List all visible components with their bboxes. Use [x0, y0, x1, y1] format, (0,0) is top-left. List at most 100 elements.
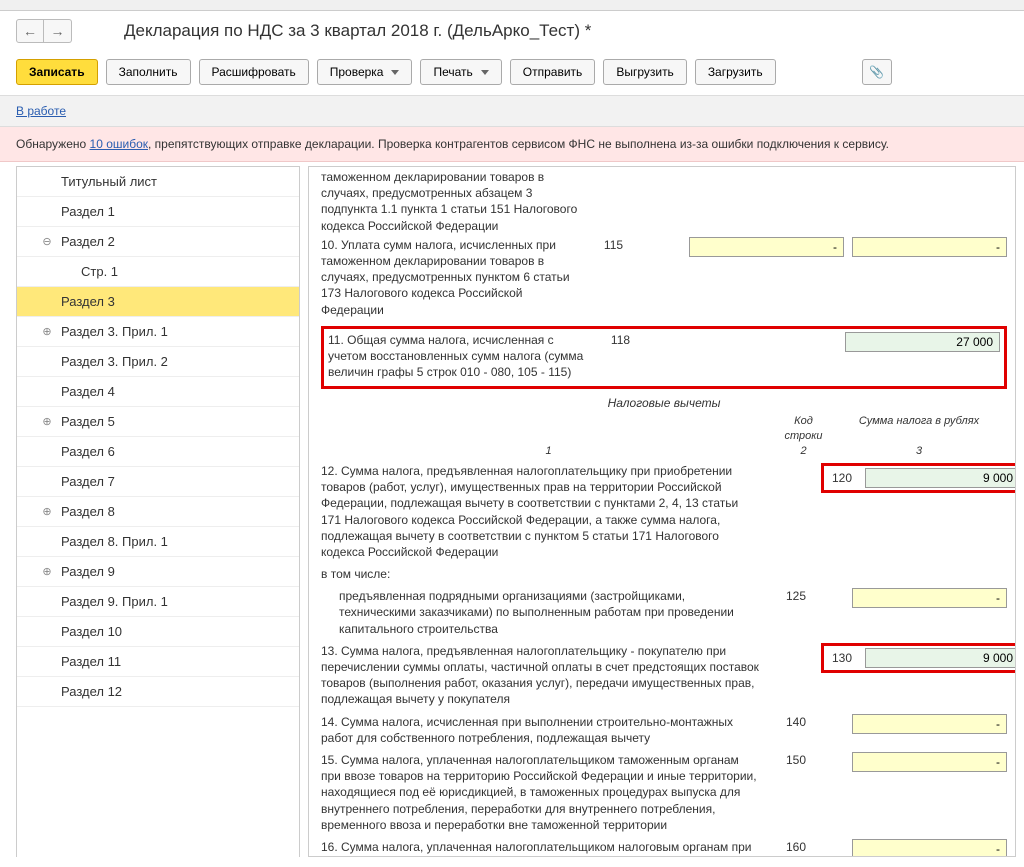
unload-button[interactable]: Выгрузить: [603, 59, 687, 85]
row12-highlight: 120: [821, 463, 1016, 493]
sidebar-item-8[interactable]: Раздел 5: [17, 407, 299, 437]
row11-code: 118: [598, 332, 643, 348]
save-button[interactable]: Записать: [16, 59, 98, 85]
row12a-code: 125: [771, 588, 821, 604]
sidebar-item-17[interactable]: Раздел 12: [17, 677, 299, 707]
row15-field[interactable]: [852, 752, 1007, 772]
paperclip-icon: 📎: [869, 65, 884, 79]
window-tabbar: [0, 0, 1024, 11]
page-title: Декларация по НДС за 3 квартал 2018 г. (…: [124, 21, 591, 41]
sidebar-item-label: Раздел 3. Прил. 1: [61, 324, 168, 339]
sidebar-item-15[interactable]: Раздел 10: [17, 617, 299, 647]
sidebar-item-1[interactable]: Раздел 1: [17, 197, 299, 227]
send-button[interactable]: Отправить: [510, 59, 596, 85]
sidebar-item-6[interactable]: Раздел 3. Прил. 2: [17, 347, 299, 377]
row12-desc: 12. Сумма налога, предъявленная налогопл…: [321, 463, 771, 560]
sidebar-item-14[interactable]: Раздел 9. Прил. 1: [17, 587, 299, 617]
col-code: Код строки: [776, 414, 831, 444]
including-label: в том числе:: [321, 566, 1007, 582]
row14-desc: 14. Сумма налога, исчисленная при выполн…: [321, 714, 771, 746]
sidebar-item-12[interactable]: Раздел 8. Прил. 1: [17, 527, 299, 557]
sidebar-item-label: Раздел 3. Прил. 2: [61, 354, 168, 369]
row12a-desc: предъявленная подрядными организациями (…: [321, 588, 771, 637]
sidebar-item-label: Раздел 12: [61, 684, 122, 699]
row12a-field[interactable]: [852, 588, 1007, 608]
row15-desc: 15. Сумма налога, уплаченная налогоплате…: [321, 752, 771, 833]
row13-desc: 13. Сумма налога, предъявленная налогопл…: [321, 643, 771, 708]
row10-code: 115: [591, 237, 636, 253]
fill-button[interactable]: Заполнить: [106, 59, 191, 85]
header: ← → Декларация по НДС за 3 квартал 2018 …: [0, 11, 1024, 53]
sidebar-item-label: Раздел 4: [61, 384, 115, 399]
row14-field[interactable]: [852, 714, 1007, 734]
nav-back-button[interactable]: ←: [16, 19, 44, 43]
column-headers: Код строки Сумма налога в рублях: [321, 414, 1007, 444]
sidebar-item-3[interactable]: Стр. 1: [17, 257, 299, 287]
sidebar-item-label: Раздел 11: [61, 654, 121, 669]
row10-field2[interactable]: [852, 237, 1007, 257]
sidebar-item-label: Раздел 9: [61, 564, 115, 579]
row16-code: 160: [771, 839, 821, 855]
row11-field[interactable]: [845, 332, 1000, 352]
sidebar-item-label: Раздел 8: [61, 504, 115, 519]
row11-highlight: 11. Общая сумма налога, исчисленная с уч…: [321, 326, 1007, 390]
col-sum: Сумма налога в рублях: [831, 414, 1007, 444]
error-bar: Обнаружено 10 ошибок, препятствующих отп…: [0, 127, 1024, 162]
decode-button[interactable]: Расшифровать: [199, 59, 309, 85]
row12-code: 120: [827, 470, 857, 486]
section-deductions: Налоговые вычеты: [321, 395, 1007, 411]
sidebar: Титульный лист Раздел 1 Раздел 2 Стр. 1 Разд…: [16, 166, 300, 857]
sidebar-item-label: Раздел 10: [61, 624, 122, 639]
row10-desc: 10. Уплата сумм налога, исчисленных при …: [321, 237, 591, 318]
print-button[interactable]: Печать: [420, 59, 501, 85]
row-frag-desc: таможенном декларировании товаров в случ…: [321, 169, 591, 234]
sidebar-item-16[interactable]: Раздел 11: [17, 647, 299, 677]
content-pane: таможенном декларировании товаров в случ…: [308, 166, 1016, 857]
row16-desc: 16. Сумма налога, уплаченная налогоплате…: [321, 839, 771, 857]
row11-desc: 11. Общая сумма налога, исчисленная с уч…: [328, 332, 598, 381]
check-button[interactable]: Проверка: [317, 59, 413, 85]
row14-code: 140: [771, 714, 821, 730]
sidebar-item-7[interactable]: Раздел 4: [17, 377, 299, 407]
row13-highlight: 130: [821, 643, 1016, 673]
row13-code: 130: [827, 650, 857, 666]
sidebar-item-label: Раздел 8. Прил. 1: [61, 534, 168, 549]
sidebar-item-label: Раздел 1: [61, 204, 115, 219]
sidebar-item-label: Раздел 9. Прил. 1: [61, 594, 168, 609]
row16-field[interactable]: [852, 839, 1007, 857]
sidebar-item-label: Раздел 7: [61, 474, 115, 489]
sidebar-item-11[interactable]: Раздел 8: [17, 497, 299, 527]
sidebar-item-2[interactable]: Раздел 2: [17, 227, 299, 257]
column-numbers: 1 2 3: [321, 444, 1007, 459]
sidebar-item-5[interactable]: Раздел 3. Прил. 1: [17, 317, 299, 347]
toolbar: Записать Заполнить Расшифровать Проверка…: [0, 53, 1024, 95]
row12-field[interactable]: [865, 468, 1016, 488]
sidebar-item-0[interactable]: Титульный лист: [17, 167, 299, 197]
sidebar-item-label: Стр. 1: [81, 264, 118, 279]
nav-forward-button[interactable]: →: [44, 19, 72, 43]
sidebar-item-10[interactable]: Раздел 7: [17, 467, 299, 497]
sidebar-item-label: Раздел 6: [61, 444, 115, 459]
expand-icon[interactable]: [41, 505, 53, 517]
attach-button[interactable]: 📎: [862, 59, 892, 85]
sidebar-item-label: Раздел 2: [61, 234, 115, 249]
expand-icon[interactable]: [41, 325, 53, 337]
status-link[interactable]: В работе: [16, 104, 66, 118]
errors-link[interactable]: 10 ошибок: [90, 137, 148, 151]
status-bar: В работе: [0, 95, 1024, 127]
sidebar-item-label: Раздел 5: [61, 414, 115, 429]
sidebar-item-4[interactable]: Раздел 3: [17, 287, 299, 317]
sidebar-item-label: Раздел 3: [61, 294, 115, 309]
sidebar-item-label: Титульный лист: [61, 174, 157, 189]
collapse-icon[interactable]: [41, 235, 53, 247]
error-prefix: Обнаружено: [16, 137, 90, 151]
sidebar-item-13[interactable]: Раздел 9: [17, 557, 299, 587]
row13-field[interactable]: [865, 648, 1016, 668]
row10-field1[interactable]: [689, 237, 844, 257]
load-button[interactable]: Загрузить: [695, 59, 776, 85]
row15-code: 150: [771, 752, 821, 768]
sidebar-item-9[interactable]: Раздел 6: [17, 437, 299, 467]
expand-icon[interactable]: [41, 565, 53, 577]
expand-icon[interactable]: [41, 415, 53, 427]
error-suffix: , препятствующих отправке декларации. Пр…: [148, 137, 889, 151]
